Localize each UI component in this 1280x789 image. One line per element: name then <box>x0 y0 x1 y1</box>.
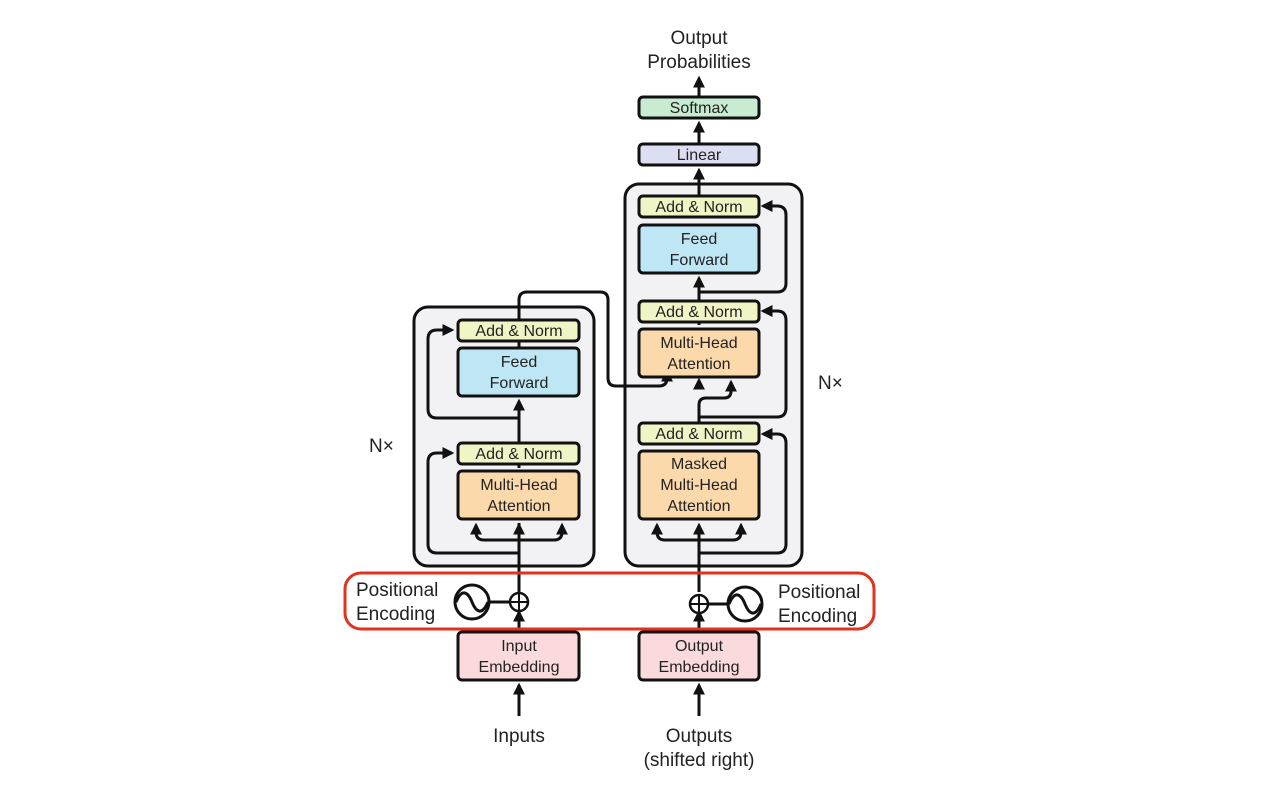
input-embedding-label-2: Embedding <box>479 659 560 676</box>
input-embedding-label-1: Input <box>501 638 537 655</box>
encoder-add-icon <box>508 591 530 613</box>
encoder-attn-label-2: Attention <box>487 498 550 515</box>
encoder-sine-wave-icon <box>453 583 491 621</box>
decoder-sine-wave-icon <box>726 585 764 623</box>
decoder-masked-label-3: Attention <box>667 498 730 515</box>
decoder-cross-attn-label-1: Multi-Head <box>660 335 737 352</box>
decoder-masked-label-2: Multi-Head <box>660 477 737 494</box>
linear-label: Linear <box>677 147 722 164</box>
encoder-repeat-label: N× <box>369 436 394 457</box>
encoder-ff-label-1: Feed <box>501 354 537 371</box>
decoder-ff-label-2: Forward <box>670 252 729 269</box>
inputs-label: Inputs <box>493 726 545 747</box>
decoder-add-norm-mid-label: Add & Norm <box>655 304 742 321</box>
outputs-label-1: Outputs <box>666 726 733 747</box>
decoder-add-norm-bottom-label: Add & Norm <box>655 426 742 443</box>
decoder-cross-attn-label-2: Attention <box>667 356 730 373</box>
encoder-attn-label-1: Multi-Head <box>480 477 557 494</box>
encoder-stack <box>412 305 596 568</box>
encoder-add-norm-bottom-label: Add & Norm <box>475 446 562 463</box>
encoder-ff-label-2: Forward <box>490 375 549 392</box>
encoder-pos-enc-label-2: Encoding <box>356 604 435 625</box>
decoder-ff-label-1: Feed <box>681 231 717 248</box>
softmax-label: Softmax <box>670 100 729 117</box>
decoder-repeat-label: N× <box>818 373 843 394</box>
decoder-masked-label-1: Masked <box>671 456 727 473</box>
encoder-pos-enc-label-1: Positional <box>356 580 438 601</box>
output-embedding-label-2: Embedding <box>659 659 740 676</box>
decoder-pos-enc-label-1: Positional <box>778 582 860 603</box>
decoder-add-icon <box>688 593 710 615</box>
decoder-pos-enc-label-2: Encoding <box>778 606 857 627</box>
decoder-add-norm-top-label: Add & Norm <box>655 199 742 216</box>
output-embedding-label-1: Output <box>675 638 724 655</box>
output-probabilities-label-2: Probabilities <box>647 52 751 73</box>
outputs-label-2: (shifted right) <box>644 750 755 771</box>
transformer-diagram: Output Probabilities Softmax Linear N× A… <box>343 28 876 771</box>
encoder-add-norm-top-label: Add & Norm <box>475 323 562 340</box>
output-probabilities-label-1: Output <box>670 28 728 49</box>
